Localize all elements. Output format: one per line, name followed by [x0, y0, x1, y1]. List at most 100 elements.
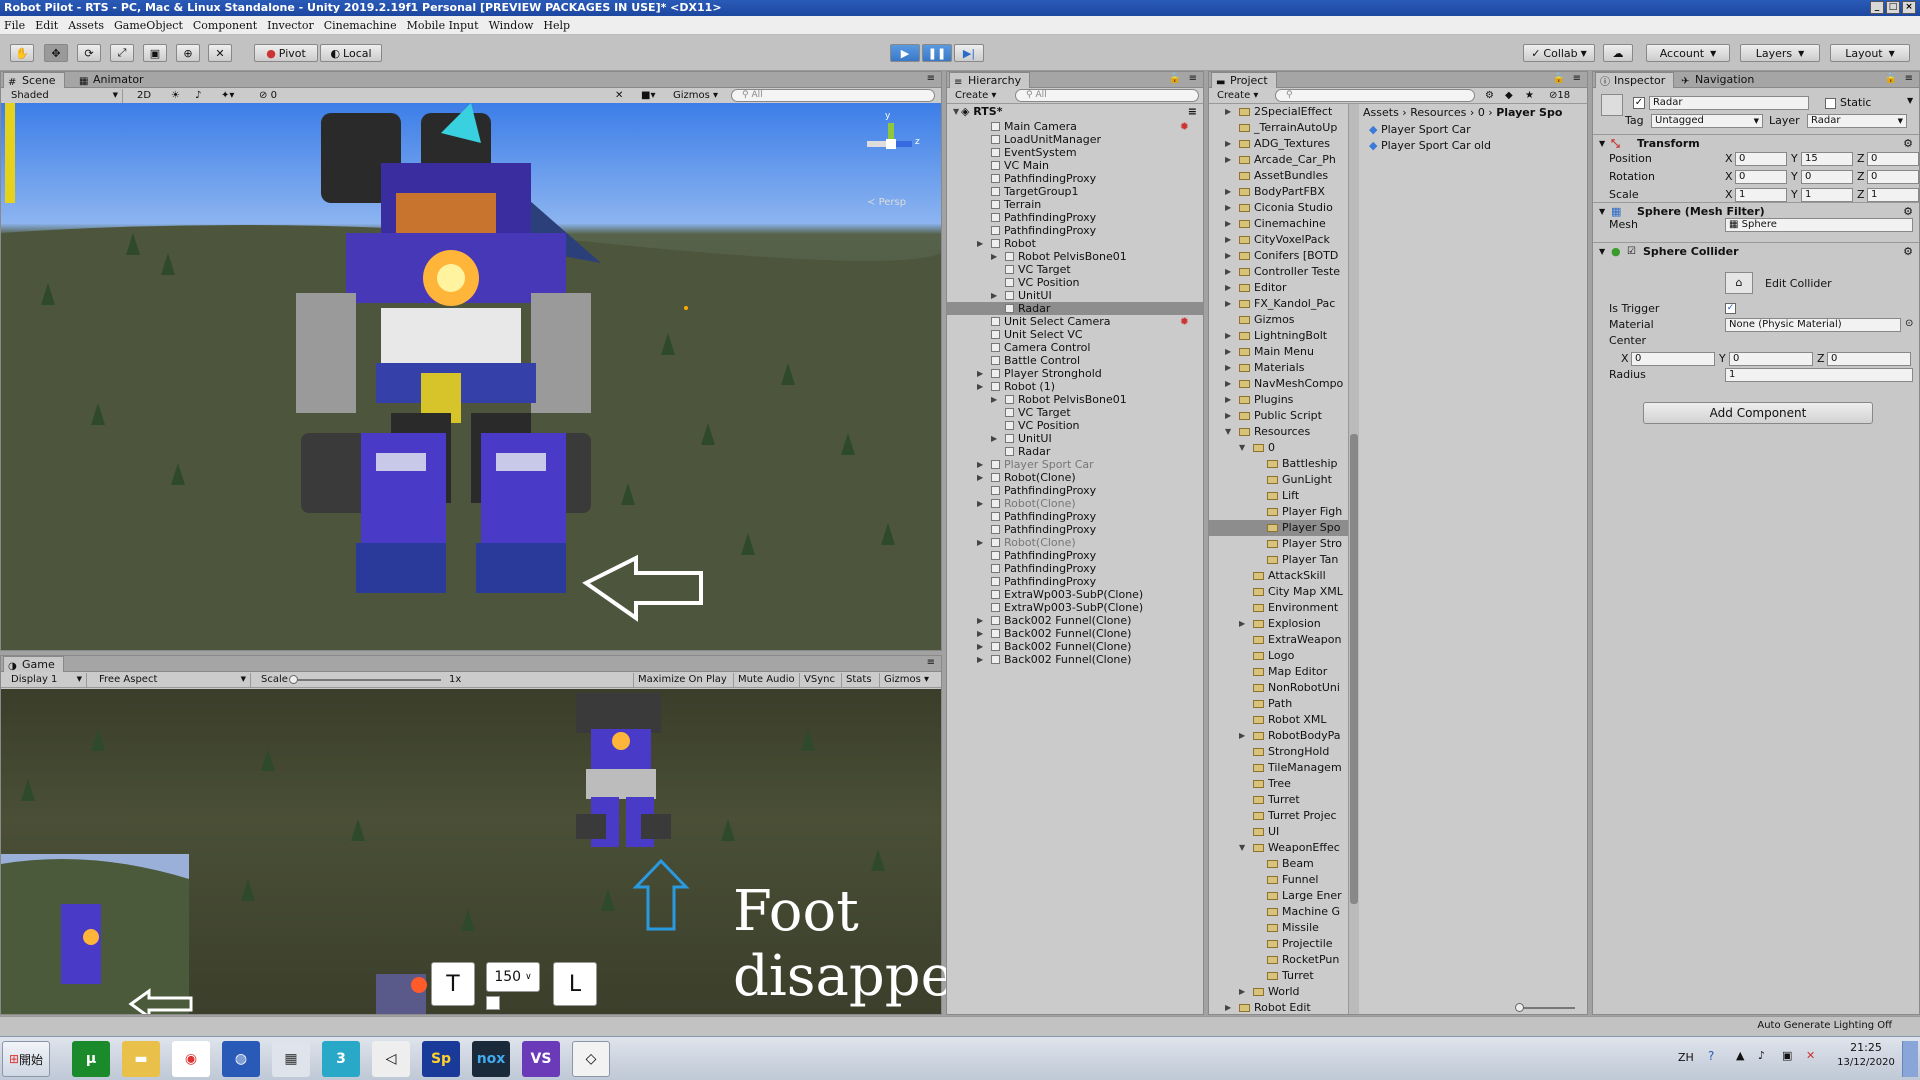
expand-arrow-icon[interactable]: ▶ — [991, 393, 997, 406]
scene-root[interactable]: ▼ ◈ RTS* ≡ — [947, 104, 1203, 120]
hierarchy-item[interactable]: ▶ Back002 Funnel(Clone) — [947, 614, 1203, 627]
hierarchy-item[interactable]: Battle Control — [947, 354, 1203, 367]
tab-navigation[interactable]: ✈ Navigation — [1677, 72, 1762, 88]
project-folder[interactable]: Logo — [1209, 648, 1348, 664]
project-folder[interactable]: Missile — [1209, 920, 1348, 936]
expand-arrow-icon[interactable]: ▶ — [1225, 392, 1231, 408]
hierarchy-item[interactable]: PathfindingProxy — [947, 562, 1203, 575]
expand-arrow-icon[interactable]: ▶ — [1225, 328, 1231, 344]
expand-arrow-icon[interactable]: ▶ — [977, 614, 983, 627]
hierarchy-item[interactable]: ▶ Player Stronghold — [947, 367, 1203, 380]
transform-tool-button[interactable]: ⊕ — [176, 44, 200, 62]
project-folder[interactable]: ▶ Public Script — [1209, 408, 1348, 424]
icon-size-slider[interactable] — [1515, 1003, 1575, 1012]
hidden-objects-toggle[interactable]: ⊘ 0 — [255, 89, 281, 103]
project-folder[interactable]: ▶ LightningBolt — [1209, 328, 1348, 344]
hierarchy-item[interactable]: TargetGroup1 — [947, 185, 1203, 198]
menu-item-component[interactable]: Component — [193, 19, 257, 32]
hierarchy-item[interactable]: ▶ Back002 Funnel(Clone) — [947, 640, 1203, 653]
expand-arrow-icon[interactable]: ▶ — [977, 237, 983, 250]
gameobject-name-input[interactable]: Radar — [1649, 96, 1809, 110]
project-folder[interactable]: GunLight — [1209, 472, 1348, 488]
expand-arrow-icon[interactable]: ▶ — [1239, 728, 1245, 744]
hierarchy-item[interactable]: VC Position — [947, 276, 1203, 289]
project-folder[interactable]: ▶ NavMeshCompo — [1209, 376, 1348, 392]
expand-arrow-icon[interactable]: ▶ — [977, 471, 983, 484]
minimize-button[interactable]: _ — [1870, 1, 1884, 14]
add-component-button[interactable]: Add Component — [1643, 402, 1873, 424]
hierarchy-item[interactable]: PathfindingProxy — [947, 211, 1203, 224]
hierarchy-item[interactable]: Unit Select VC — [947, 328, 1203, 341]
project-folder[interactable]: NonRobotUni — [1209, 680, 1348, 696]
layer-dropdown[interactable]: Radar ▼ — [1807, 114, 1907, 128]
value-dropdown[interactable]: 150 ∨ — [486, 962, 540, 992]
l-button[interactable]: L — [553, 962, 597, 1006]
expand-arrow-icon[interactable]: ▶ — [991, 250, 997, 263]
project-folder[interactable]: ▶ World — [1209, 984, 1348, 1000]
hierarchy-item[interactable]: ▶ Robot PelvisBone01 — [947, 250, 1203, 263]
expand-arrow-icon[interactable]: ▶ — [1225, 216, 1231, 232]
scrollbar-thumb[interactable] — [1350, 434, 1358, 904]
project-folder[interactable]: ▶ Main Menu — [1209, 344, 1348, 360]
scale-x-input[interactable]: 1 — [1735, 188, 1787, 202]
hierarchy-item[interactable]: Terrain — [947, 198, 1203, 211]
project-folder[interactable]: Turret — [1209, 968, 1348, 984]
tray-arrow-icon[interactable]: ▲ — [1736, 1049, 1744, 1062]
breadcrumb-item[interactable]: Resources — [1410, 106, 1466, 119]
position-x-axis-label[interactable]: X — [1725, 152, 1733, 165]
display-dropdown[interactable]: Display 1 ▼ — [7, 673, 87, 687]
hierarchy-item[interactable]: ▶ Robot PelvisBone01 — [947, 393, 1203, 406]
menu-item-gameobject[interactable]: GameObject — [114, 19, 183, 32]
project-folder[interactable]: Large Ener — [1209, 888, 1348, 904]
project-folder[interactable]: Player Stro — [1209, 536, 1348, 552]
active-checkbox[interactable]: ✓ — [1633, 97, 1645, 109]
static-checkbox[interactable] — [1825, 98, 1836, 109]
file-explorer-icon[interactable]: ▬ — [122, 1041, 160, 1077]
expand-arrow-icon[interactable]: ▶ — [977, 536, 983, 549]
projection-label[interactable]: ≺ Persp — [867, 197, 906, 208]
maximize-button[interactable]: □ — [1886, 1, 1900, 14]
hierarchy-search-input[interactable]: ⚲ All — [1015, 89, 1199, 102]
project-folder[interactable]: Battleship — [1209, 456, 1348, 472]
project-folder[interactable]: Gizmos — [1209, 312, 1348, 328]
hierarchy-item[interactable]: ▶ UnitUI — [947, 289, 1203, 302]
project-folder[interactable]: Environment — [1209, 600, 1348, 616]
scale-slider-handle[interactable] — [289, 675, 298, 684]
hierarchy-item[interactable]: ▶ Back002 Funnel(Clone) — [947, 653, 1203, 666]
hierarchy-item[interactable]: ExtraWp003-SubP(Clone) — [947, 588, 1203, 601]
project-folder[interactable]: Turret Projec — [1209, 808, 1348, 824]
project-folder[interactable]: Tree — [1209, 776, 1348, 792]
show-desktop-button[interactable] — [1902, 1041, 1918, 1077]
hierarchy-item[interactable]: ▶ Robot(Clone) — [947, 471, 1203, 484]
hierarchy-item[interactable]: Radar — [947, 445, 1203, 458]
project-folder[interactable]: ▶ Explosion — [1209, 616, 1348, 632]
tag-dropdown[interactable]: Untagged ▼ — [1651, 114, 1763, 128]
tab-animator[interactable]: ▦ Animator — [75, 72, 152, 88]
effects-dropdown[interactable]: ✦▾ — [217, 89, 238, 103]
hierarchy-item[interactable]: ExtraWp003-SubP(Clone) — [947, 601, 1203, 614]
aspect-dropdown[interactable]: Free Aspect ▼ — [95, 673, 251, 687]
expand-arrow-icon[interactable]: ▶ — [1225, 104, 1231, 120]
hierarchy-item[interactable]: ▶ Robot — [947, 237, 1203, 250]
utorrent-icon[interactable]: µ — [72, 1041, 110, 1077]
project-folder[interactable]: Robot XML — [1209, 712, 1348, 728]
mesh-field[interactable]: ▦ Sphere — [1725, 218, 1913, 232]
project-folder[interactable]: Turret — [1209, 792, 1348, 808]
expand-arrow-icon[interactable]: ▶ — [1225, 280, 1231, 296]
scale-y-axis-label[interactable]: Y — [1791, 188, 1798, 201]
hierarchy-item[interactable]: Unit Select Camera ✹ — [947, 315, 1203, 328]
sp-app-icon[interactable]: Sp — [422, 1041, 460, 1077]
project-folder[interactable]: StrongHold — [1209, 744, 1348, 760]
project-search-input[interactable]: ⚲ — [1275, 89, 1475, 102]
cloud-button[interactable]: ☁ — [1603, 44, 1633, 62]
game-viewport[interactable]: Foot disappear? T 150 ∨ L — [1, 689, 1044, 1014]
expand-arrow-icon[interactable]: ▶ — [1225, 360, 1231, 376]
network-icon[interactable]: ▣ — [1782, 1049, 1792, 1062]
object-picker-icon[interactable]: ⊙ — [1905, 318, 1913, 329]
expand-arrow-icon[interactable]: ▼ — [1239, 440, 1245, 456]
hierarchy-item[interactable]: ▶ UnitUI — [947, 432, 1203, 445]
project-folder[interactable]: ▶ FX_Kandol_Pac — [1209, 296, 1348, 312]
toggle-checkbox[interactable] — [486, 996, 500, 1010]
project-folder[interactable]: ▶ Plugins — [1209, 392, 1348, 408]
scale-z-input[interactable]: 1 — [1867, 188, 1919, 202]
